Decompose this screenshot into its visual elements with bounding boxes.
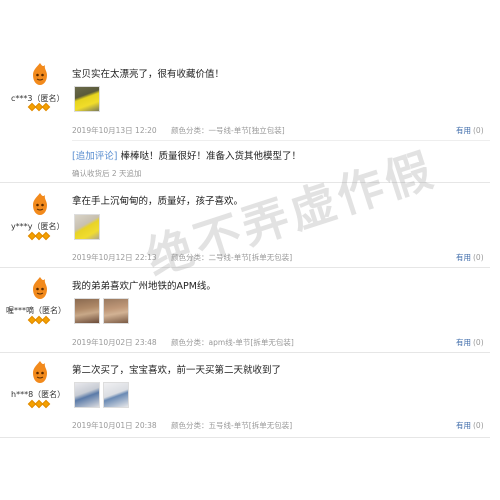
review-date: 2019年10月13日 12:20 <box>72 126 157 135</box>
review-meta: 2019年10月01日 20:38 颜色分类：五号线-单节[拆单无包装] <box>72 420 292 431</box>
buyer-level-medals <box>27 102 51 112</box>
divider <box>72 140 490 141</box>
review-category: 颜色分类：apm线-单节[拆单无包装] <box>171 338 294 347</box>
review-photo[interactable] <box>74 382 100 408</box>
avatar-icon <box>25 274 55 304</box>
followup-label: [追加评论] <box>72 151 118 162</box>
review-date: 2019年10月02日 23:48 <box>72 338 157 347</box>
helpful-button[interactable]: 有用 (0) <box>456 337 484 348</box>
helpful-count: (0) <box>473 253 484 262</box>
helpful-count: (0) <box>473 421 484 430</box>
divider <box>0 182 490 183</box>
username[interactable]: 喔***嘀（匿名） <box>6 305 66 316</box>
helpful-label[interactable]: 有用 <box>456 421 471 430</box>
diamond-icon <box>41 315 51 325</box>
review-photo[interactable] <box>74 86 100 112</box>
buyer-level-medals <box>27 231 51 241</box>
buyer-level-medals <box>27 315 51 325</box>
diamond-icon <box>41 399 51 409</box>
avatar[interactable] <box>25 358 55 388</box>
review-comment: 第二次买了，宝宝喜欢，前一天买第二天就收到了 <box>72 365 282 376</box>
avatar[interactable] <box>25 274 55 304</box>
helpful-label[interactable]: 有用 <box>456 338 471 347</box>
review-photo[interactable] <box>74 214 100 240</box>
helpful-button[interactable]: 有用 (0) <box>456 420 484 431</box>
diamond-icon <box>41 231 51 241</box>
review-category: 颜色分类：一号线-单节[独立包装] <box>171 126 285 135</box>
avatar-icon <box>25 358 55 388</box>
username[interactable]: h***8（匿名） <box>11 389 65 400</box>
divider <box>0 437 490 438</box>
helpful-button[interactable]: 有用 (0) <box>456 252 484 263</box>
helpful-count: (0) <box>473 338 484 347</box>
divider <box>0 267 490 268</box>
helpful-button[interactable]: 有用 (0) <box>456 125 484 136</box>
review-photo[interactable] <box>74 298 100 324</box>
review-date: 2019年10月01日 20:38 <box>72 421 157 430</box>
review-photo[interactable] <box>103 382 129 408</box>
username[interactable]: y***y（匿名） <box>11 221 64 232</box>
review-category: 颜色分类：二号线-单节[拆单无包装] <box>171 253 293 262</box>
review-date: 2019年10月12日 22:13 <box>72 253 157 262</box>
followup-comment: [追加评论] 棒棒哒！质量很好！准备入货其他模型了！ <box>72 148 301 162</box>
avatar[interactable] <box>25 60 55 90</box>
review-comment: 宝贝实在太漂亮了，很有收藏价值！ <box>72 69 225 80</box>
review-meta: 2019年10月13日 12:20 颜色分类：一号线-单节[独立包装] <box>72 125 285 136</box>
helpful-label[interactable]: 有用 <box>456 126 471 135</box>
review-comment: 拿在手上沉甸甸的，质量好，孩子喜欢。 <box>72 196 244 207</box>
diamond-icon <box>41 102 51 112</box>
review-comment: 我的弟弟喜欢广州地铁的APM线。 <box>72 281 216 292</box>
helpful-count: (0) <box>473 126 484 135</box>
buyer-level-medals <box>27 399 51 409</box>
followup-text: 棒棒哒！质量很好！准备入货其他模型了！ <box>120 151 301 162</box>
helpful-label[interactable]: 有用 <box>456 253 471 262</box>
review-meta: 2019年10月12日 22:13 颜色分类：二号线-单节[拆单无包装] <box>72 252 292 263</box>
divider <box>0 352 490 353</box>
avatar-icon <box>25 60 55 90</box>
review-photo[interactable] <box>103 298 129 324</box>
review-category: 颜色分类：五号线-单节[拆单无包装] <box>171 421 293 430</box>
followup-time: 确认收货后 2 天追加 <box>72 169 142 178</box>
review-meta: 2019年10月02日 23:48 颜色分类：apm线-单节[拆单无包装] <box>72 337 294 348</box>
avatar[interactable] <box>25 190 55 220</box>
avatar-icon <box>25 190 55 220</box>
